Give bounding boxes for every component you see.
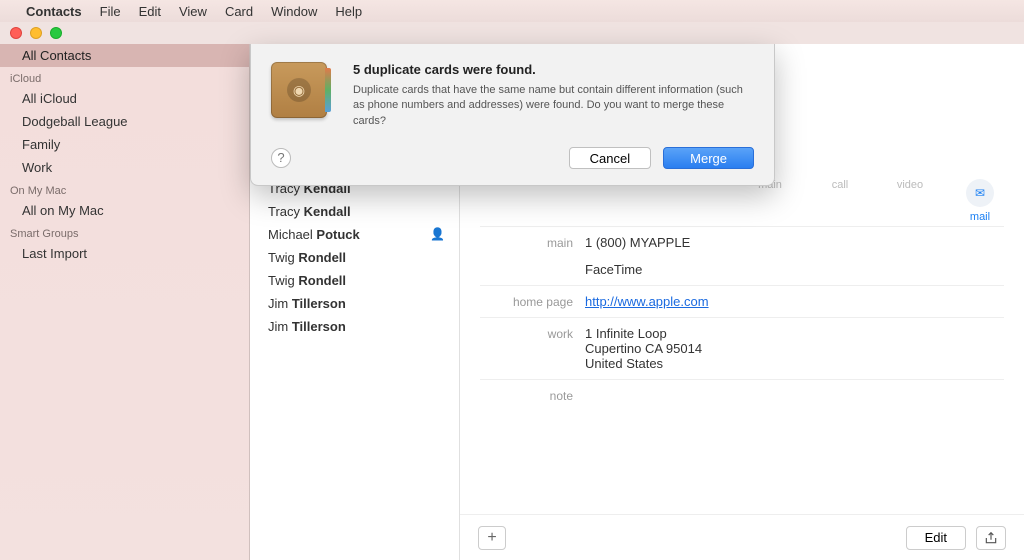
sidebar-header-smartgroups: Smart Groups bbox=[0, 222, 249, 242]
sidebar-item-work[interactable]: Work bbox=[0, 156, 249, 179]
dialog-body: Duplicate cards that have the same name … bbox=[353, 83, 754, 129]
comm-mail[interactable]: ✉ mail bbox=[960, 179, 1000, 223]
field-facetime: FaceTime bbox=[460, 256, 1024, 283]
field-note: note bbox=[460, 382, 1024, 409]
list-item[interactable]: Twig Rondell bbox=[250, 269, 459, 292]
add-button[interactable]: + bbox=[478, 526, 506, 550]
list-item[interactable]: Twig Rondell bbox=[250, 246, 459, 269]
menu-file[interactable]: File bbox=[100, 4, 121, 19]
field-main-phone: main 1 (800) MYAPPLE bbox=[460, 229, 1024, 256]
merge-duplicates-dialog: ◉ 5 duplicate cards were found. Duplicat… bbox=[250, 44, 775, 186]
edit-button[interactable]: Edit bbox=[906, 526, 966, 550]
mail-icon: ✉ bbox=[966, 179, 994, 207]
comm-call[interactable]: call bbox=[820, 179, 860, 223]
merge-button[interactable]: Merge bbox=[663, 147, 754, 169]
traffic-lights bbox=[10, 27, 62, 39]
field-work-address: work 1 Infinite Loop Cupertino CA 95014 … bbox=[460, 320, 1024, 377]
menu-view[interactable]: View bbox=[179, 4, 207, 19]
list-item[interactable]: Jim Tillerson bbox=[250, 292, 459, 315]
sidebar-item-all-icloud[interactable]: All iCloud bbox=[0, 87, 249, 110]
sidebar-item-family[interactable]: Family bbox=[0, 133, 249, 156]
sidebar-item-all-contacts[interactable]: All Contacts bbox=[0, 44, 249, 67]
minimize-icon[interactable] bbox=[30, 27, 42, 39]
list-item[interactable]: Tracy Kendall bbox=[250, 200, 459, 223]
share-icon bbox=[984, 531, 998, 545]
cancel-button[interactable]: Cancel bbox=[569, 147, 651, 169]
zoom-icon[interactable] bbox=[50, 27, 62, 39]
sidebar: All Contacts iCloud All iCloud Dodgeball… bbox=[0, 44, 250, 560]
menu-help[interactable]: Help bbox=[335, 4, 362, 19]
dialog-title: 5 duplicate cards were found. bbox=[353, 62, 754, 77]
titlebar bbox=[0, 22, 1024, 44]
help-button[interactable]: ? bbox=[271, 148, 291, 168]
menu-card[interactable]: Card bbox=[225, 4, 253, 19]
sidebar-item-all-on-my-mac[interactable]: All on My Mac bbox=[0, 199, 249, 222]
me-icon: 👤 bbox=[430, 227, 445, 241]
field-homepage: home page http://www.apple.com bbox=[460, 288, 1024, 315]
list-item[interactable]: Jim Tillerson bbox=[250, 315, 459, 338]
close-icon[interactable] bbox=[10, 27, 22, 39]
contacts-window: All Contacts iCloud All iCloud Dodgeball… bbox=[0, 22, 1024, 560]
detail-bottombar: + Edit bbox=[460, 514, 1024, 560]
menu-app[interactable]: Contacts bbox=[26, 4, 82, 19]
sidebar-header-icloud: iCloud bbox=[0, 67, 249, 87]
sidebar-item-last-import[interactable]: Last Import bbox=[0, 242, 249, 265]
comm-video[interactable]: video bbox=[890, 179, 930, 223]
menu-edit[interactable]: Edit bbox=[139, 4, 161, 19]
homepage-link[interactable]: http://www.apple.com bbox=[585, 294, 709, 309]
contacts-app-icon: ◉ bbox=[271, 62, 327, 118]
share-button[interactable] bbox=[976, 526, 1006, 550]
sidebar-item-dodgeball[interactable]: Dodgeball League bbox=[0, 110, 249, 133]
menu-window[interactable]: Window bbox=[271, 4, 317, 19]
menubar: Contacts File Edit View Card Window Help bbox=[0, 0, 1024, 22]
list-item[interactable]: Michael Potuck👤 bbox=[250, 223, 459, 246]
comm-strip: main call video ✉ mail bbox=[750, 179, 1000, 223]
sidebar-header-onmymac: On My Mac bbox=[0, 179, 249, 199]
